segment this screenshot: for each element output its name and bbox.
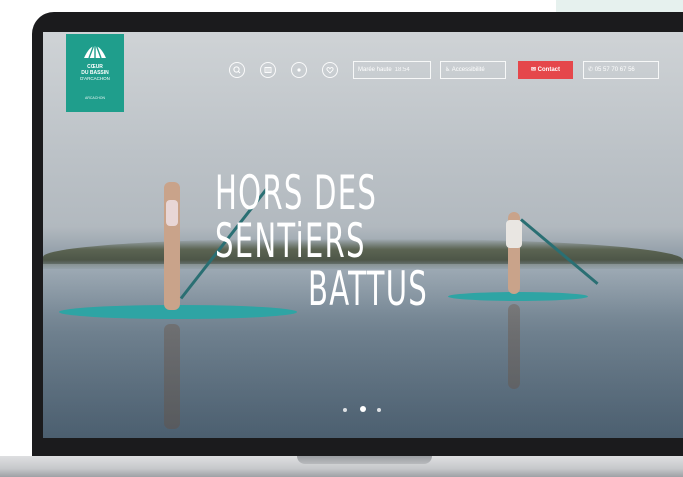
search-icon[interactable] [229,62,245,78]
globe-icon[interactable] [291,62,307,78]
slider-dot-3[interactable] [377,408,381,412]
logo-text-line3: D'ARCACHON [80,76,110,81]
hero-title-line2: BATTUS [308,262,429,317]
hero-title-line1: HORS DES SENTiERS [215,166,378,269]
site-logo[interactable]: CŒUR DU BASSIN D'ARCACHON ARCACHON [66,34,124,112]
shell-icon [84,41,106,59]
tide-info[interactable]: Marée haute 18:54 [353,61,431,79]
laptop-bezel-bottom [32,438,683,456]
laptop-notch [297,456,432,464]
accessibility-icon: ♿︎ [445,67,451,73]
tide-time: 18:54 [394,67,410,73]
slider-dot-1[interactable] [343,408,347,412]
heart-icon[interactable] [322,62,338,78]
background-accent [556,0,683,12]
logo-tagline: ARCACHON [84,96,106,100]
tide-label: Marée haute [358,67,392,73]
hero-title: HORS DES SENTiERS BATTUS [215,170,500,314]
phone-button[interactable]: ✆ 05 57 70 67 56 [583,61,659,79]
paddler-left-top [166,200,178,226]
contact-button[interactable]: ✉ Contact [518,61,573,79]
phone-number: 05 57 70 67 56 [594,67,635,73]
phone-icon: ✆ [588,67,594,73]
accessibility-button[interactable]: ♿︎ Accessibilité [440,61,506,79]
paddler-left-reflection [164,324,180,429]
accessibility-label: Accessibilité [451,67,485,73]
slider-dot-2[interactable] [360,406,366,412]
paddler-right-reflection [508,304,520,389]
contact-label: Contact [537,67,561,73]
mail-icon: ✉ [530,67,536,73]
map-icon[interactable] [260,62,276,78]
paddler-right-top [506,220,522,248]
